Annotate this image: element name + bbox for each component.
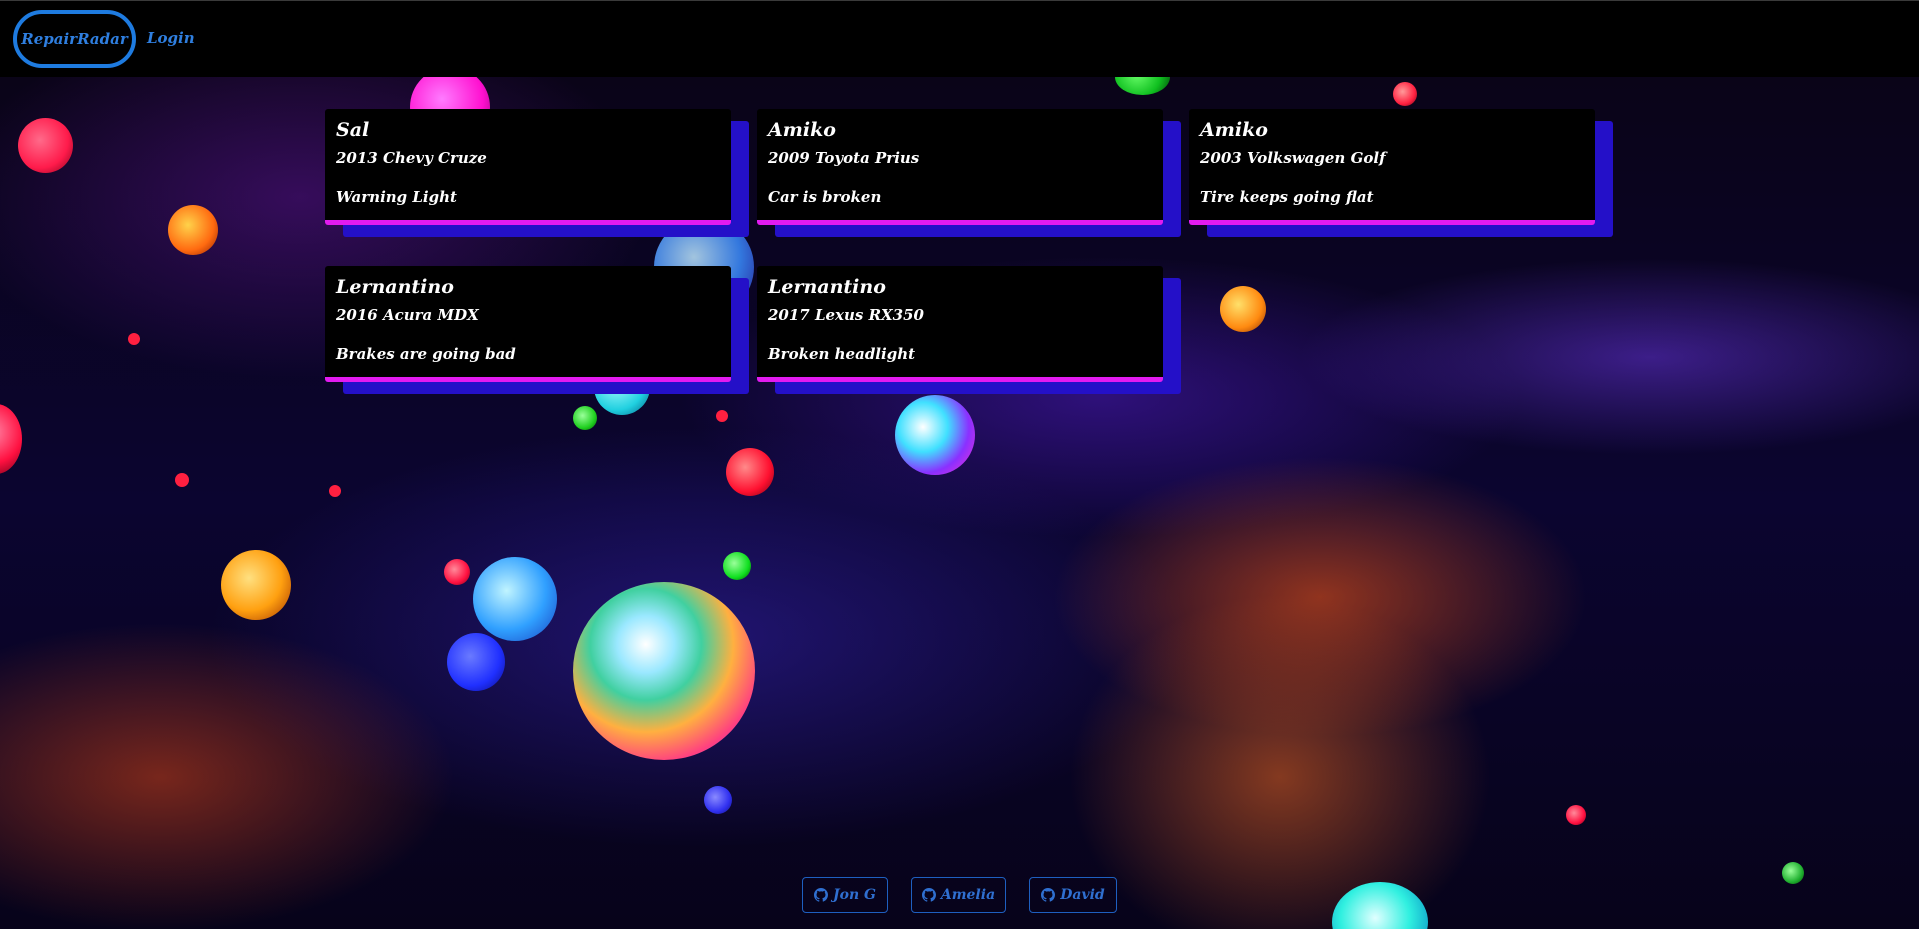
card-issue: Tire keeps going flat [1200,188,1374,206]
github-link-jon-g[interactable]: Jon G [802,877,888,913]
footer-link-label: David [1060,887,1105,903]
repair-card[interactable]: Sal 2013 Chevy Cruze Warning Light [325,109,731,225]
github-icon [921,888,936,902]
footer-link-label: Jon G [833,887,876,903]
repair-card[interactable]: Lernantino 2017 Lexus RX350 Broken headl… [757,266,1163,382]
login-link[interactable]: Login [147,29,195,47]
repair-card[interactable]: Amiko 2003 Volkswagen Golf Tire keeps go… [1189,109,1595,225]
github-icon [1041,888,1056,902]
card-issue: Brakes are going bad [336,345,516,363]
card-owner-name: Amiko [1200,119,1268,141]
card-issue: Car is broken [768,188,882,206]
card-vehicle: 2017 Lexus RX350 [768,306,924,324]
repair-card[interactable]: Lernantino 2016 Acura MDX Brakes are goi… [325,266,731,382]
card-owner-name: Lernantino [336,276,454,298]
card-vehicle: 2016 Acura MDX [336,306,479,324]
repair-request-cards: Sal 2013 Chevy Cruze Warning Light Amiko… [0,0,1919,929]
github-link-amelia[interactable]: Amelia [911,877,1006,913]
card-owner-name: Lernantino [768,276,886,298]
card-vehicle: 2003 Volkswagen Golf [1200,149,1386,167]
card-owner-name: Amiko [768,119,836,141]
card-owner-name: Sal [336,119,370,141]
card-vehicle: 2013 Chevy Cruze [336,149,487,167]
repair-card[interactable]: Amiko 2009 Toyota Prius Car is broken [757,109,1163,225]
card-issue: Warning Light [336,188,457,206]
card-vehicle: 2009 Toyota Prius [768,149,920,167]
github-icon [814,888,828,902]
brand-logo-button[interactable]: RepairRadar [13,10,136,68]
github-link-david[interactable]: David [1029,877,1117,913]
footer-link-label: Amelia [940,887,996,903]
card-issue: Broken headlight [768,345,916,363]
top-navbar: RepairRadar Login [0,0,1919,77]
